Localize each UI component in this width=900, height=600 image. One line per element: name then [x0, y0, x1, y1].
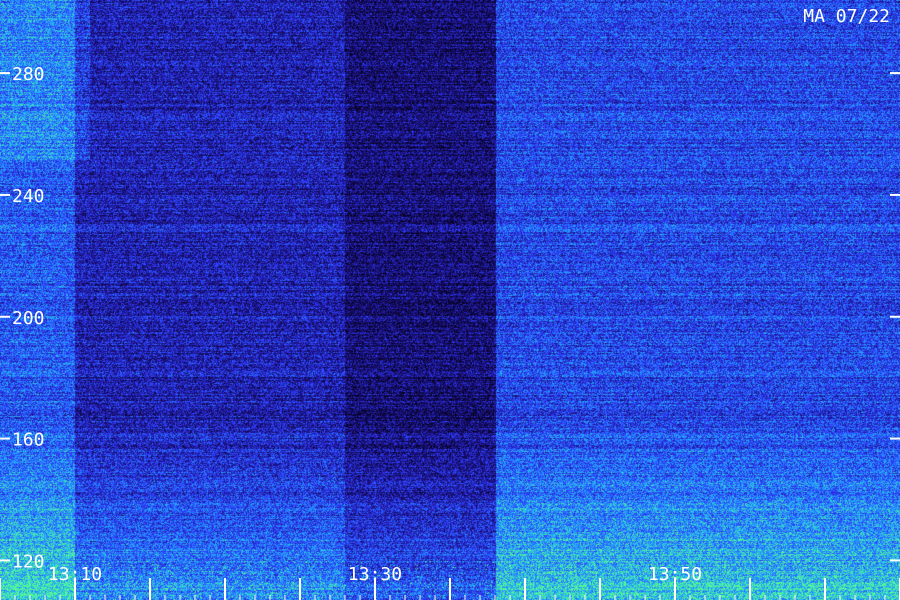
spectrogram-heatmap: [0, 0, 900, 600]
spectrogram-viewer: 120 160 200 240 280 13:10 13:30 13:50 MA 07/22: [0, 0, 900, 600]
